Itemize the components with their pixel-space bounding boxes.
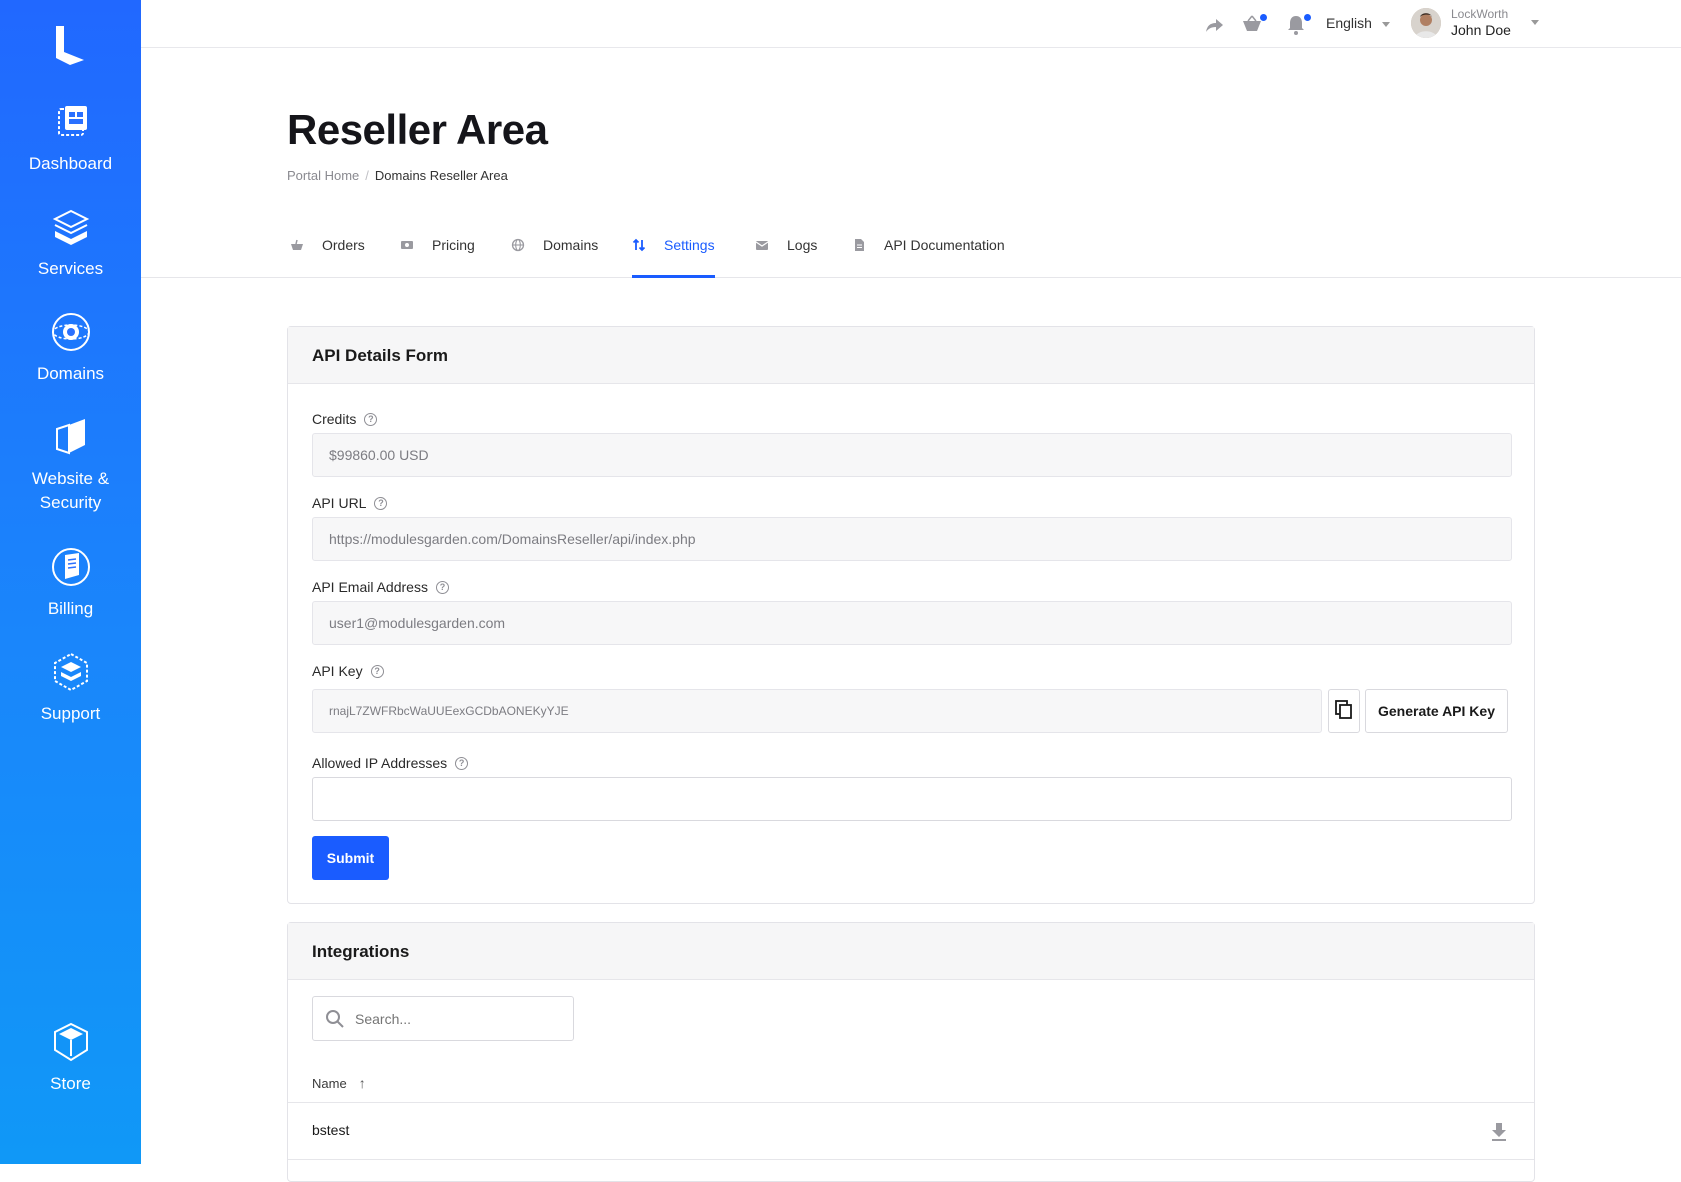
tab-label: Domains (543, 237, 599, 253)
tab-settings[interactable]: Settings (632, 216, 715, 278)
tab-label: Logs (787, 237, 818, 253)
breadcrumb: Portal Home / Domains Reseller Area (287, 168, 508, 183)
sidebar-item-label: Website & Security (31, 469, 110, 512)
api-details-card: API Details Form Credits? API URL? API E… (287, 326, 1535, 904)
sidebar-item-website-security[interactable]: Website & Security (0, 415, 141, 515)
tab-domains[interactable]: Domains (511, 216, 598, 278)
sidebar-item-label: Dashboard (28, 154, 113, 173)
tab-label: API Documentation (884, 237, 1005, 253)
tab-orders[interactable]: Orders (290, 216, 365, 278)
user-name: John Doe (1451, 22, 1511, 38)
sidebar-item-services[interactable]: Services (0, 205, 141, 281)
card-title: API Details Form (288, 327, 1534, 384)
billing-icon (51, 548, 90, 586)
tab-pricing[interactable]: Pricing (400, 216, 475, 278)
sidebar: Dashboard Services Domains Website & Sec… (0, 0, 141, 1164)
allowed-ip-label: Allowed IP Addresses? (312, 755, 469, 771)
sidebar-item-domains[interactable]: Domains (0, 310, 141, 386)
globe-icon (511, 239, 525, 252)
breadcrumb-separator: / (365, 168, 369, 183)
tab-api-documentation[interactable]: API Documentation (852, 216, 1005, 278)
api-url-label: API URL? (312, 495, 388, 511)
search-box[interactable] (312, 996, 574, 1041)
cart-badge (1260, 14, 1267, 21)
sidebar-item-support[interactable]: Support (0, 650, 141, 726)
user-chevron-down-icon[interactable] (1531, 20, 1539, 25)
sidebar-item-label: Domains (36, 364, 105, 383)
services-icon (52, 209, 89, 245)
download-icon[interactable] (1490, 1122, 1508, 1142)
top-bar: English LockWorth John Doe (141, 0, 1681, 48)
chevron-down-icon (1381, 21, 1390, 27)
user-menu[interactable]: LockWorth John Doe (1451, 7, 1511, 39)
help-icon[interactable]: ? (374, 496, 388, 510)
breadcrumb-current: Domains Reseller Area (374, 168, 508, 183)
copy-api-key-button[interactable] (1328, 689, 1360, 733)
domains-icon (51, 313, 90, 351)
tab-label: Orders (322, 237, 365, 253)
sidebar-item-dashboard[interactable]: Dashboard (0, 100, 141, 176)
api-email-label: API Email Address? (312, 579, 449, 595)
search-icon (326, 1010, 344, 1028)
help-icon[interactable]: ? (364, 412, 378, 426)
support-icon (53, 652, 88, 692)
notification-badge (1304, 14, 1311, 21)
avatar[interactable] (1411, 8, 1441, 38)
copy-icon (1335, 699, 1352, 719)
tab-bar: Orders Pricing Domains Settings Logs API… (141, 216, 1681, 278)
sidebar-item-label: Support (40, 704, 101, 723)
help-icon[interactable]: ? (435, 580, 449, 594)
help-icon[interactable]: ? (455, 756, 469, 770)
document-icon (855, 239, 864, 252)
share-icon[interactable] (1203, 14, 1225, 36)
submit-button[interactable]: Submit (312, 836, 389, 880)
user-avatar-icon (1411, 8, 1441, 38)
website-security-icon (55, 419, 85, 455)
api-key-field[interactable] (312, 689, 1322, 733)
sidebar-item-label: Store (50, 1074, 91, 1093)
sort-asc-icon: ↑ (358, 1075, 366, 1091)
integration-name: bstest (312, 1122, 350, 1138)
search-input[interactable] (353, 997, 568, 1040)
language-selector[interactable]: English (1326, 15, 1390, 31)
sidebar-item-label: Services (37, 259, 104, 278)
api-url-field[interactable] (312, 517, 1512, 561)
logs-icon (755, 241, 769, 251)
tab-label: Settings (664, 237, 715, 253)
sidebar-item-billing[interactable]: Billing (0, 545, 141, 621)
credits-field[interactable] (312, 433, 1512, 477)
tab-logs[interactable]: Logs (755, 216, 817, 278)
generate-api-key-button[interactable]: Generate API Key (1365, 689, 1508, 733)
card-title: Integrations (288, 923, 1534, 980)
user-company: LockWorth (1451, 7, 1509, 21)
page-title: Reseller Area (287, 106, 548, 153)
store-icon (53, 1022, 88, 1062)
logo-icon[interactable] (50, 24, 90, 66)
api-email-field[interactable] (312, 601, 1512, 645)
sidebar-item-store[interactable]: Store (0, 1020, 141, 1096)
credits-label: Credits? (312, 411, 378, 427)
dashboard-icon (57, 106, 87, 136)
help-icon[interactable]: ? (370, 664, 384, 678)
allowed-ip-field[interactable] (312, 777, 1512, 821)
language-label: English (1326, 15, 1372, 31)
tab-label: Pricing (432, 237, 475, 253)
settings-icon (632, 239, 646, 252)
api-key-label: API Key? (312, 663, 384, 679)
integrations-card: Integrations Name↑ bstest (287, 922, 1535, 1182)
column-header-name[interactable]: Name ↑ (312, 1075, 366, 1091)
table-row[interactable]: bstest (288, 1102, 1534, 1160)
orders-icon (291, 240, 303, 251)
breadcrumb-home-link[interactable]: Portal Home (287, 168, 359, 183)
sidebar-item-label: Billing (47, 599, 94, 618)
pricing-icon (401, 241, 413, 250)
